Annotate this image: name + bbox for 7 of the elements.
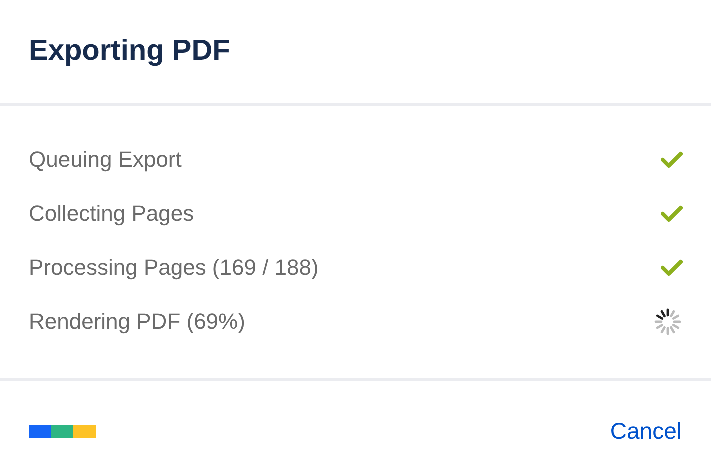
step-label: Collecting Pages [29,201,194,227]
dialog-title: Exporting PDF [29,35,230,68]
step-label: Queuing Export [29,147,182,173]
step-label: Rendering PDF (69%) [29,309,246,335]
logo-icon [29,424,96,438]
cancel-link[interactable]: Cancel [610,418,682,444]
step-label: Processing Pages (169 / 188) [29,255,319,281]
